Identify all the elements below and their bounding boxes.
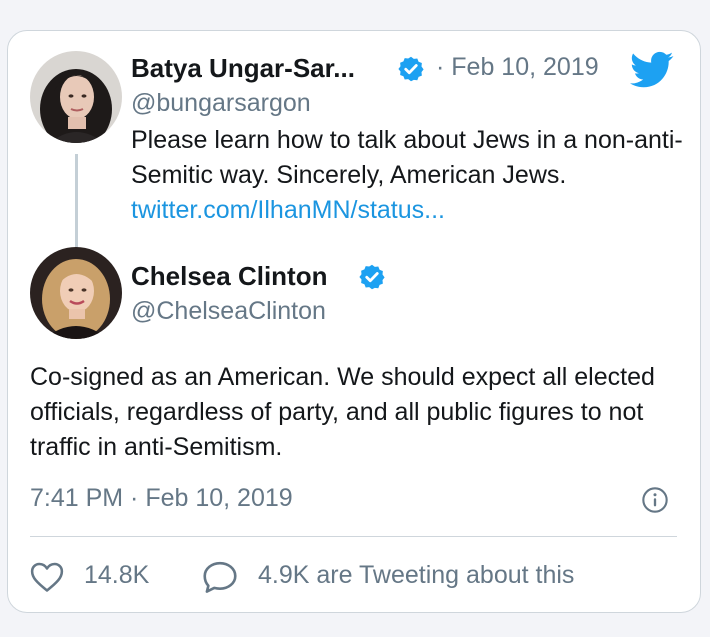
main-author-name[interactable]: Chelsea Clinton <box>131 261 327 292</box>
twitter-bird-icon[interactable] <box>630 51 674 94</box>
quoted-tweet-link[interactable]: twitter.com/IlhanMN/status... <box>131 196 445 224</box>
tweeting-about-this[interactable]: 4.9K are Tweeting about this <box>258 561 574 590</box>
separator-dot: · <box>436 53 445 81</box>
divider <box>30 536 677 537</box>
verified-badge-icon <box>397 55 425 88</box>
comment-icon[interactable] <box>202 561 238 598</box>
like-count[interactable]: 14.8K <box>84 561 149 590</box>
verified-badge-icon <box>358 263 386 296</box>
main-tweet-text: Co-signed as an American. We should expe… <box>30 363 655 461</box>
quoted-handle[interactable]: @bungarsargon <box>131 89 311 118</box>
quoted-text-body: Please learn how to talk about Jews in a… <box>131 126 683 189</box>
tweet-timestamp[interactable]: 7:41 PM · Feb 10, 2019 <box>30 484 293 513</box>
quoted-author-name[interactable]: Batya Ungar-Sar... <box>131 53 355 84</box>
heart-icon[interactable] <box>30 561 64 598</box>
tweet-card: Batya Ungar-Sar... · Feb 10, 2019 @bunga… <box>7 30 701 613</box>
quoted-date[interactable]: · Feb 10, 2019 <box>436 53 599 82</box>
avatar-batya[interactable] <box>30 51 122 143</box>
main-handle[interactable]: @ChelseaClinton <box>131 297 326 326</box>
quoted-date-text: Feb 10, 2019 <box>451 53 599 81</box>
avatar-chelsea[interactable] <box>30 247 122 339</box>
quoted-tweet-text: Please learn how to talk about Jews in a… <box>131 123 686 228</box>
info-icon[interactable] <box>641 486 669 519</box>
